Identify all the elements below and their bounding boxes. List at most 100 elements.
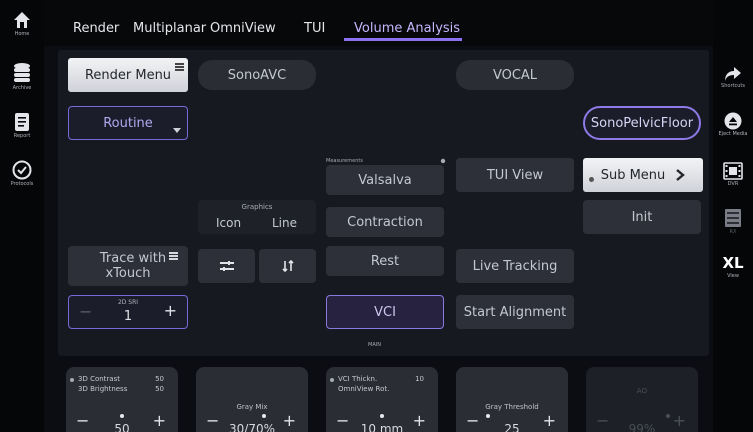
contraction-button[interactable]: Contraction: [326, 207, 444, 237]
rest-label: Rest: [370, 253, 400, 269]
knob-val2: 50: [155, 385, 164, 393]
dvr-button[interactable]: DVR: [713, 162, 753, 187]
view-button[interactable]: XL View: [713, 254, 753, 279]
eject-label: Eject Media: [718, 131, 748, 137]
home-icon: [14, 12, 30, 28]
protocols-label: Protocols: [10, 181, 34, 187]
measurements-tag: Measurements: [326, 158, 363, 164]
dropdown-corner-icon: [173, 128, 181, 133]
vci-button[interactable]: VCI: [326, 295, 444, 329]
knob-val1: 50: [155, 375, 164, 383]
sort-button[interactable]: [259, 249, 316, 283]
sub-menu-label: Sub Menu: [600, 167, 666, 183]
render-menu-label: Render Menu: [84, 67, 172, 83]
trace-label-line2: xTouch: [105, 266, 151, 281]
dvr-label: DVR: [727, 181, 739, 187]
plus-icon[interactable]: +: [164, 301, 177, 320]
vocal-button[interactable]: VOCAL: [456, 60, 574, 90]
share-arrow-icon: [725, 67, 741, 81]
chevron-right-icon: [676, 169, 686, 181]
contraction-label: Contraction: [347, 214, 423, 230]
tab-render[interactable]: Render: [73, 21, 119, 36]
gear-small-icon: [440, 158, 446, 164]
sliders-icon: [219, 261, 234, 271]
knob-value: 99%: [628, 422, 656, 432]
sonoavc-button[interactable]: SonoAVC: [198, 60, 316, 90]
live-tracking-button[interactable]: Live Tracking: [456, 249, 574, 283]
tab-multiplanar[interactable]: Multiplanar: [133, 21, 206, 36]
tui-view-label: TUI View: [486, 167, 544, 183]
film-icon: [723, 162, 743, 180]
main-tag: MAIN: [368, 342, 381, 348]
knob-gray-mix[interactable]: Gray Mix − + 30/70%: [196, 367, 308, 432]
knob-indicator: [486, 414, 490, 418]
knob-value: 25: [504, 422, 520, 432]
start-alignment-label: Start Alignment: [463, 304, 567, 320]
knob-line1: VCI Thickn.: [338, 375, 378, 383]
archive-label: Archive: [12, 85, 32, 91]
knob-value: 50: [114, 422, 130, 432]
valsalva-label: Valsalva: [358, 172, 412, 188]
tab-volume-analysis[interactable]: Volume Analysis: [354, 21, 460, 36]
knob-vci-thickness[interactable]: VCI Thickn. 10 OmniView Rot. − + 10 mm: [326, 367, 438, 432]
eject-button[interactable]: Eject Media: [713, 112, 753, 137]
routine-dropdown[interactable]: Routine: [68, 106, 188, 140]
sonopelvicfloor-button[interactable]: SonoPelvicFloor: [583, 106, 701, 140]
graphics-label: Graphics: [241, 203, 273, 211]
graphics-icon-option[interactable]: Icon: [216, 216, 241, 230]
graphics-group: Graphics Icon Line: [198, 200, 316, 234]
home-button[interactable]: Home: [0, 10, 44, 37]
menu-icon: [169, 252, 178, 260]
graphics-line-option[interactable]: Line: [272, 216, 297, 230]
report-button[interactable]: Report: [0, 112, 44, 139]
knob-val1: 10: [415, 375, 424, 383]
knob-indicator: [666, 414, 670, 418]
tab-omniview[interactable]: OmniView: [210, 21, 276, 36]
archive-button[interactable]: Archive: [0, 62, 44, 91]
knob-3d-contrast[interactable]: 3D Contrast 50 3D Brightness 50 − + 50: [66, 367, 178, 432]
check-circle-icon: [12, 160, 32, 180]
knob-line2: 3D Brightness: [78, 385, 128, 393]
knob-gray-threshold[interactable]: Gray Threshold − + 25: [456, 367, 568, 432]
trace-with-xtouch-button[interactable]: Trace with xTouch: [68, 246, 188, 286]
rest-button[interactable]: Rest: [326, 246, 444, 276]
knob-ao[interactable]: AO − + 99%: [586, 367, 698, 432]
trace-label-line1: Trace with: [99, 251, 167, 266]
eject-icon: [724, 112, 742, 130]
right-sidebar: Shortcuts Eject Media DVR RX XL View: [713, 0, 753, 432]
knob-indicator: [262, 414, 266, 418]
live-tracking-label: Live Tracking: [472, 258, 558, 274]
init-button[interactable]: Init: [583, 200, 701, 234]
start-alignment-button[interactable]: Start Alignment: [456, 295, 574, 329]
sort-arrows-icon: [281, 260, 294, 272]
vci-label: VCI: [374, 304, 396, 320]
knob-link-icon: [330, 378, 334, 382]
knob-label: AO: [636, 387, 648, 395]
active-tab-indicator: [344, 38, 462, 41]
left-sidebar: Home Archive Report Protocols: [0, 0, 44, 432]
home-label: Home: [14, 31, 30, 37]
sonopelvicfloor-label: SonoPelvicFloor: [590, 115, 694, 131]
knob-value: 30/70%: [229, 422, 275, 432]
knob-label: Gray Threshold: [485, 403, 539, 411]
shortcuts-label: Shortcuts: [721, 83, 745, 89]
knob-line2: OmniView Rot.: [338, 385, 390, 393]
protocols-button[interactable]: Protocols: [0, 160, 44, 187]
sri-stepper[interactable]: − 2D SRI 1 +: [68, 295, 188, 329]
render-menu-button[interactable]: Render Menu: [68, 58, 188, 92]
knob-link-icon: [70, 378, 74, 382]
rx-label: RX: [729, 229, 737, 235]
tui-view-button[interactable]: TUI View: [456, 158, 574, 192]
routine-label: Routine: [103, 115, 153, 131]
grid-doc-icon: [725, 209, 741, 227]
sub-menu-button[interactable]: Sub Menu: [583, 158, 703, 192]
knob-indicator: [120, 414, 124, 418]
archive-icon: [14, 63, 30, 82]
gear-small-icon: [589, 177, 594, 182]
rx-button[interactable]: RX: [713, 208, 753, 235]
tab-tui[interactable]: TUI: [304, 21, 325, 36]
shortcuts-button[interactable]: Shortcuts: [713, 66, 753, 89]
valsalva-button[interactable]: Valsalva: [326, 165, 444, 195]
settings-sliders-button[interactable]: [198, 249, 255, 283]
knob-indicator: [380, 414, 384, 418]
